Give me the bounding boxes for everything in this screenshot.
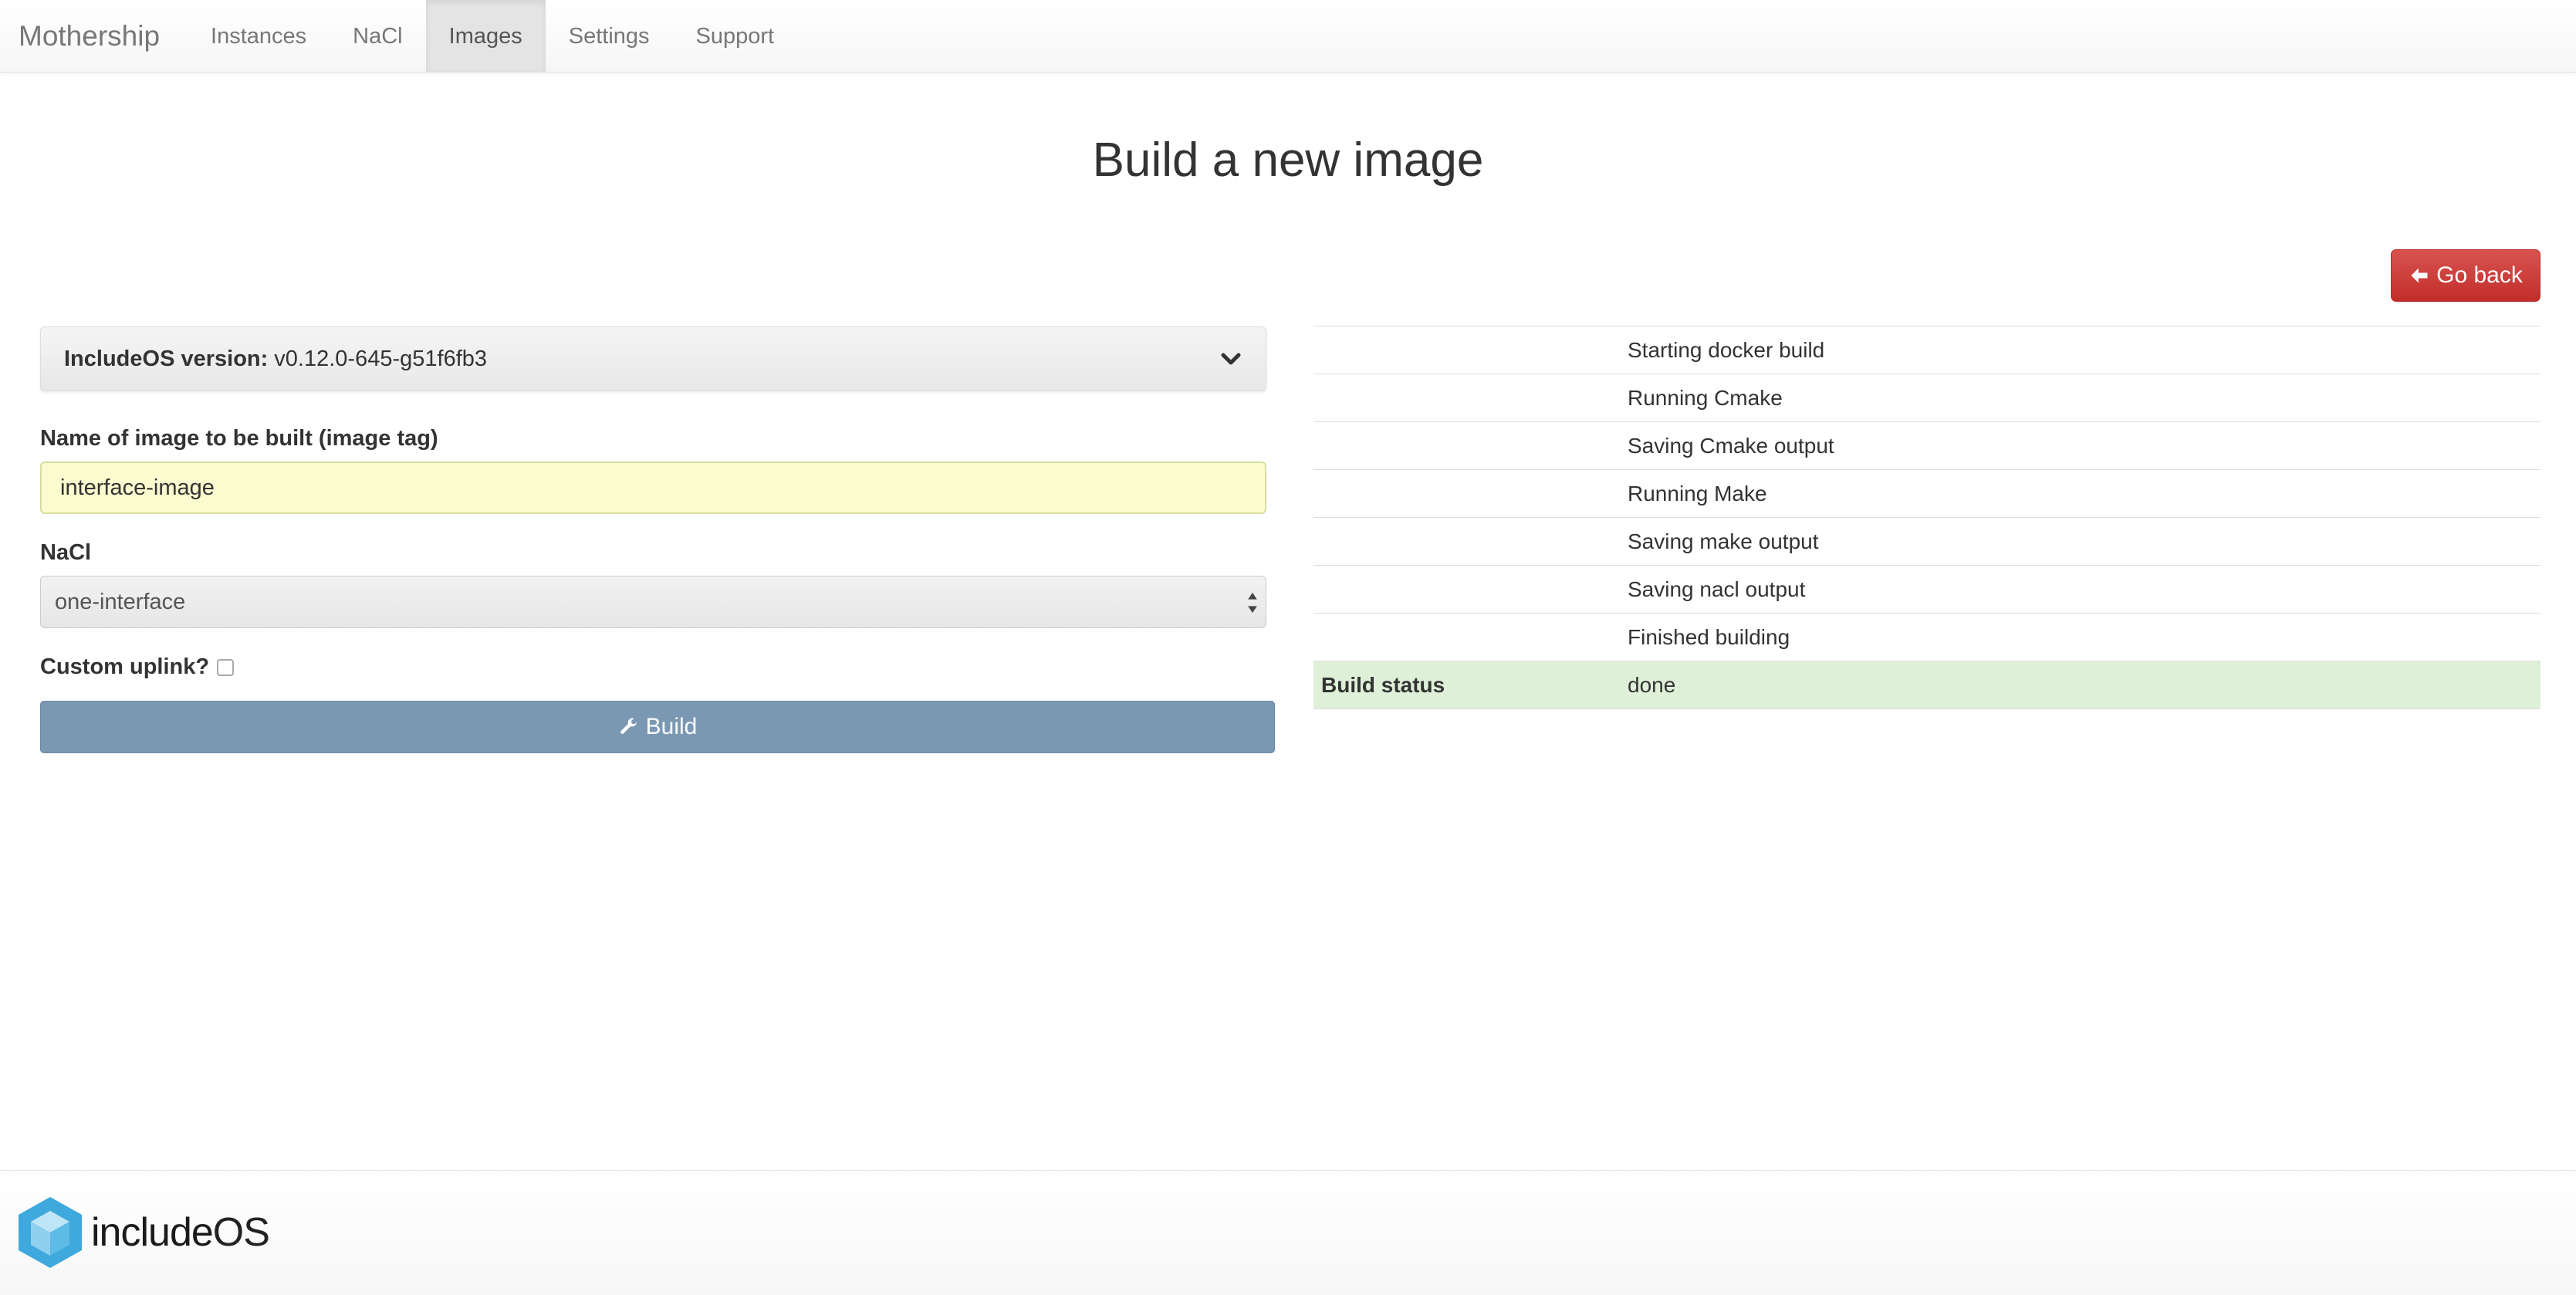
footer: includeOS — [0, 1170, 2576, 1295]
table-row: Saving Cmake output — [1313, 422, 2541, 470]
logo-text-include: include — [91, 1210, 214, 1255]
build-log-table: Starting docker build Running Cmake Savi… — [1313, 326, 2541, 709]
table-row: Finished building — [1313, 614, 2541, 661]
go-back-label: Go back — [2436, 262, 2523, 288]
arrow-left-icon — [2411, 268, 2428, 283]
nav-item-nacl[interactable]: NaCl — [330, 0, 425, 72]
includeos-version-panel[interactable]: IncludeOS version: v0.12.0-645-g51f6fb3 — [40, 326, 1266, 391]
step-value: Starting docker build — [1628, 337, 1825, 362]
table-row: Saving make output — [1313, 518, 2541, 566]
nav-item-images[interactable]: Images — [425, 0, 546, 72]
step-value: Running Make — [1628, 481, 1767, 505]
image-name-label: Name of image to be built (image tag) — [40, 426, 438, 451]
logo-text-os: OS — [212, 1210, 270, 1255]
image-name-input[interactable] — [40, 462, 1266, 514]
top-navbar: Mothership Instances NaCl Images Setting… — [0, 0, 2576, 73]
table-row: Saving nacl output — [1313, 566, 2541, 614]
step-value: Saving nacl output — [1628, 576, 1806, 601]
table-row: Starting docker build — [1313, 326, 2541, 374]
step-value: Finished building — [1628, 624, 1790, 649]
version-label: IncludeOS version: — [64, 346, 269, 371]
step-value: Saving Cmake output — [1628, 433, 1834, 458]
version-value: v0.12.0-645-g51f6fb3 — [274, 346, 488, 371]
build-label: Build — [645, 714, 698, 739]
build-status-value: done — [1628, 672, 1676, 697]
go-back-button[interactable]: Go back — [2391, 249, 2541, 302]
build-status-row: Build status done — [1313, 661, 2541, 709]
nacl-label: NaCl — [40, 540, 92, 565]
table-row: Running Make — [1313, 470, 2541, 518]
wrench-icon — [620, 718, 637, 734]
custom-uplink-label: Custom uplink? — [40, 654, 210, 679]
select-arrows-icon — [1248, 592, 1257, 614]
includeos-logo-icon — [19, 1197, 82, 1268]
nav-item-support[interactable]: Support — [673, 0, 798, 72]
step-value: Saving make output — [1628, 529, 1819, 553]
nav-item-instances[interactable]: Instances — [188, 0, 330, 72]
nav-item-settings[interactable]: Settings — [546, 0, 673, 72]
custom-uplink-checkbox[interactable] — [217, 658, 235, 676]
custom-uplink-row: Custom uplink? — [40, 654, 235, 680]
build-button[interactable]: Build — [40, 701, 1275, 753]
nacl-selected-value: one-interface — [55, 589, 186, 614]
table-row: Running Cmake — [1313, 374, 2541, 422]
step-value: Running Cmake — [1628, 385, 1783, 410]
chevron-down-icon[interactable] — [1219, 347, 1242, 370]
includeos-logo-text: includeOS — [91, 1209, 270, 1256]
page-title: Build a new image — [1092, 134, 1484, 187]
build-status-label: Build status — [1321, 672, 1445, 697]
nacl-select[interactable]: one-interface — [40, 576, 1266, 628]
navbar-brand[interactable]: Mothership — [0, 0, 188, 72]
